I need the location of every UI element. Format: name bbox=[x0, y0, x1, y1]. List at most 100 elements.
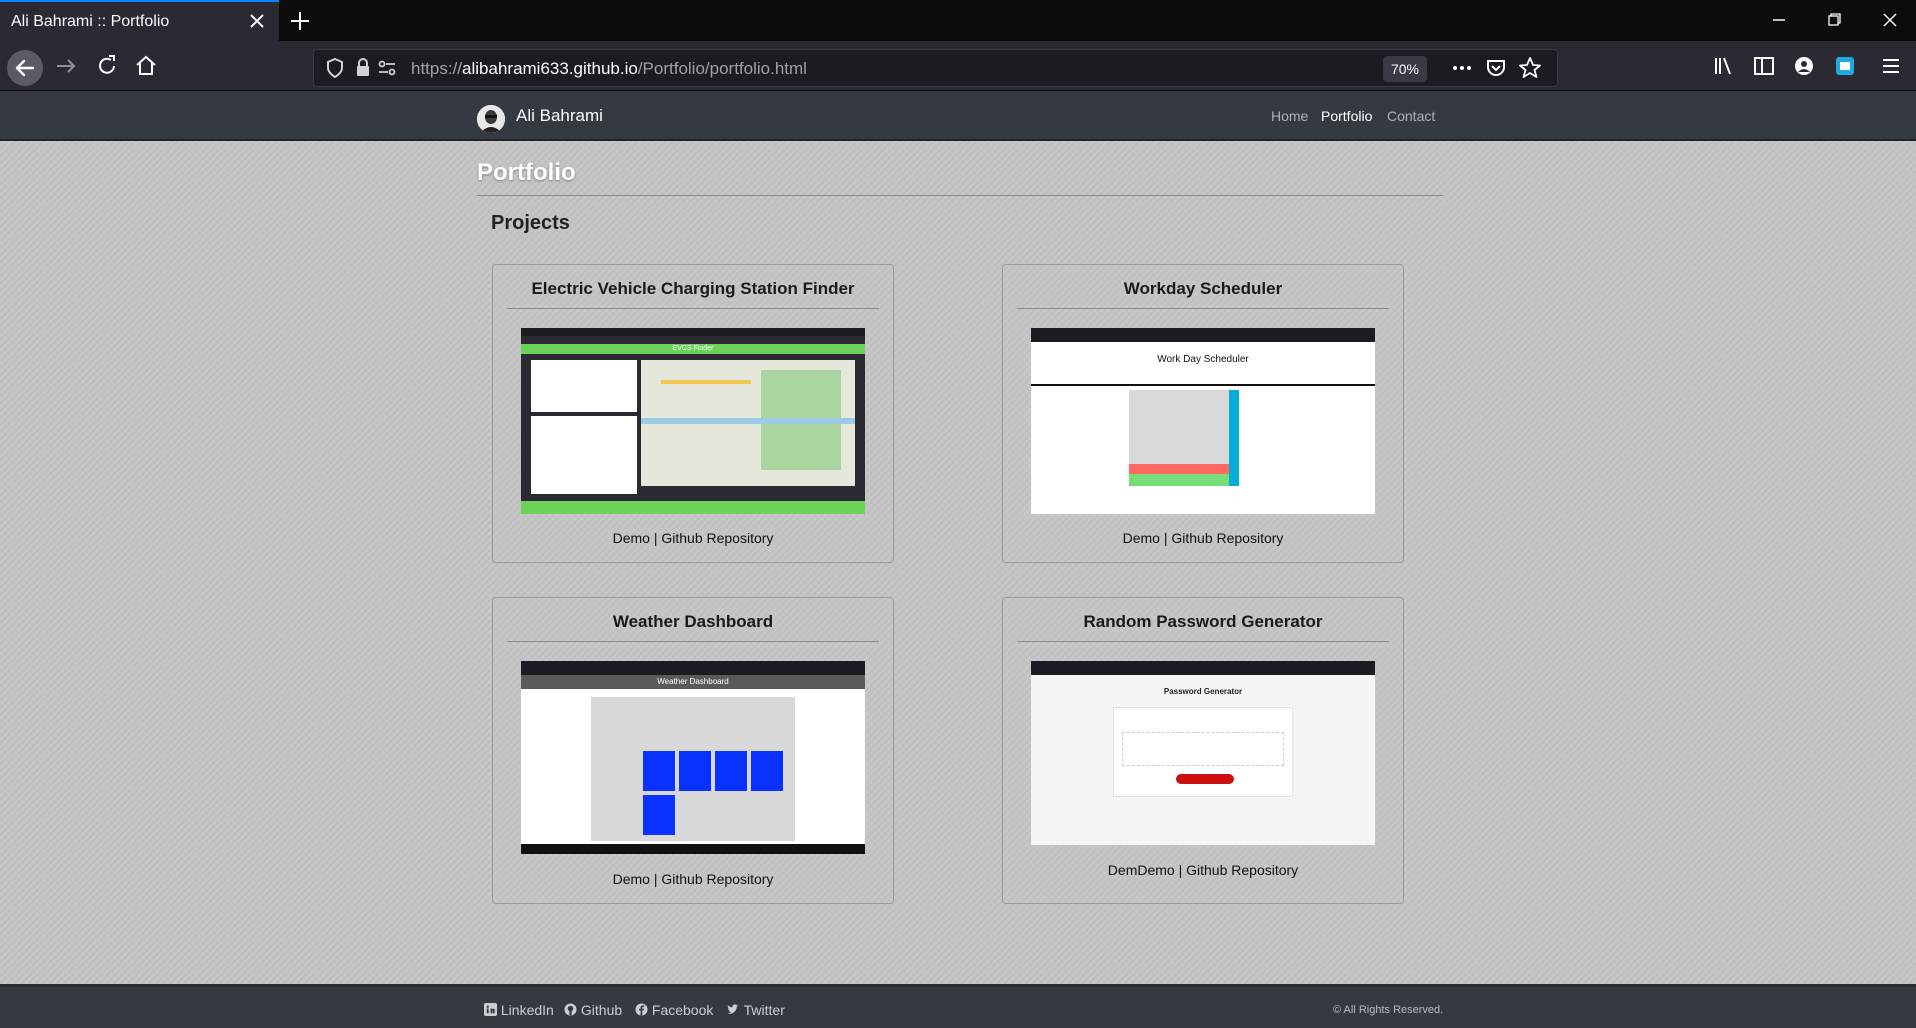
nav-link-home[interactable]: Home bbox=[1271, 108, 1308, 124]
pocket-icon[interactable] bbox=[1483, 55, 1509, 81]
footer-link-github[interactable]: Github bbox=[564, 1002, 622, 1018]
close-tab-icon[interactable] bbox=[245, 9, 269, 33]
nav-link-portfolio[interactable]: Portfolio bbox=[1321, 108, 1372, 124]
project-links: Demo | Github Repository bbox=[493, 530, 893, 546]
project-card-scheduler: Workday Scheduler Work Day Scheduler Dem… bbox=[1002, 264, 1404, 563]
more-actions-icon[interactable] bbox=[1449, 55, 1475, 81]
site-navbar: Ali Bahrami Home Portfolio Contact bbox=[0, 91, 1916, 141]
screenshot-header: Weather Dashboard bbox=[521, 675, 865, 689]
project-links: Demo | Github Repository bbox=[1003, 530, 1403, 546]
browser-tab-strip: Ali Bahrami :: Portfolio bbox=[0, 0, 1916, 41]
back-button[interactable] bbox=[7, 50, 43, 86]
url-prefix: https:// bbox=[411, 59, 463, 78]
minimize-window-icon[interactable] bbox=[1765, 8, 1793, 32]
screenshot-taskbar bbox=[521, 844, 865, 854]
screenshot-header: Password Generator bbox=[1163, 687, 1243, 696]
demo-link[interactable]: Demo bbox=[1123, 530, 1160, 546]
tab-title: Ali Bahrami :: Portfolio bbox=[11, 13, 170, 30]
reload-icon[interactable] bbox=[94, 53, 120, 79]
repo-link[interactable]: Github Repository bbox=[661, 530, 773, 546]
project-title: Workday Scheduler bbox=[1017, 279, 1389, 309]
url-bar[interactable]: https://alibahrami633.github.io/Portfoli… bbox=[313, 49, 1558, 87]
screenshot-map bbox=[641, 360, 855, 486]
demo-link[interactable]: Demo bbox=[613, 530, 650, 546]
project-title: Weather Dashboard bbox=[507, 612, 879, 642]
shield-icon[interactable] bbox=[322, 55, 348, 81]
new-tab-icon[interactable] bbox=[286, 7, 314, 35]
project-title: Random Password Generator bbox=[1017, 612, 1389, 642]
github-icon bbox=[564, 1003, 577, 1016]
lock-icon[interactable] bbox=[350, 55, 376, 81]
link-separator: | bbox=[1174, 862, 1187, 878]
footer-link-twitter[interactable]: Twitter bbox=[726, 1002, 785, 1018]
demo-link[interactable]: Demo bbox=[613, 871, 650, 887]
footer-link-label: Twitter bbox=[743, 1002, 785, 1018]
url-text[interactable]: https://alibahrami633.github.io/Portfoli… bbox=[411, 59, 807, 79]
footer-link-label: Github bbox=[580, 1002, 623, 1018]
screenshot-browser-bar bbox=[1031, 328, 1375, 342]
footer-link-facebook[interactable]: Facebook bbox=[635, 1002, 713, 1018]
screenshot-present-row bbox=[1129, 464, 1239, 474]
screenshot-dashboard bbox=[591, 697, 795, 841]
nav-link-contact[interactable]: Contact bbox=[1387, 108, 1435, 124]
menu-icon[interactable] bbox=[1878, 53, 1904, 79]
linkedin-icon bbox=[484, 1003, 497, 1016]
screenshot-save-column bbox=[1229, 390, 1239, 486]
screenshot-browser-bar bbox=[521, 328, 865, 336]
bookmark-star-icon[interactable] bbox=[1517, 55, 1543, 81]
screenshot-header: Work Day Scheduler bbox=[1157, 354, 1249, 365]
link-separator: | bbox=[649, 871, 662, 887]
library-icon[interactable] bbox=[1711, 53, 1737, 79]
title-divider bbox=[477, 195, 1443, 196]
url-domain: alibahrami633.github.io bbox=[462, 59, 638, 78]
project-screenshot-ev[interactable]: EVCS Finder bbox=[521, 328, 865, 514]
project-screenshot-scheduler[interactable]: Work Day Scheduler bbox=[1031, 328, 1375, 514]
profile-photo-icon bbox=[477, 105, 505, 133]
screenshot-browser-bar bbox=[521, 661, 865, 675]
section-title: Projects bbox=[491, 212, 570, 234]
home-icon[interactable] bbox=[133, 53, 159, 79]
brand-name[interactable]: Ali Bahrami bbox=[516, 106, 603, 126]
twitter-icon bbox=[727, 1004, 739, 1014]
facebook-icon bbox=[635, 1003, 648, 1016]
permissions-icon[interactable] bbox=[374, 55, 400, 81]
restore-window-icon[interactable] bbox=[1820, 8, 1848, 32]
brand-avatar[interactable] bbox=[477, 105, 505, 133]
project-screenshot-weather[interactable]: Weather Dashboard bbox=[521, 661, 865, 854]
page-title: Portfolio bbox=[477, 159, 576, 186]
close-window-icon[interactable] bbox=[1876, 8, 1904, 32]
sidebar-icon[interactable] bbox=[1751, 53, 1777, 79]
page-viewport: Ali Bahrami Home Portfolio Contact Portf… bbox=[0, 91, 1916, 1028]
extension-icon[interactable] bbox=[1832, 53, 1858, 79]
project-card-ev: Electric Vehicle Charging Station Finder… bbox=[492, 264, 894, 563]
screenshot-generator-card bbox=[1113, 707, 1293, 797]
link-separator: | bbox=[649, 530, 662, 546]
arrow-left-icon bbox=[15, 59, 35, 77]
screenshot-results bbox=[531, 416, 637, 494]
repo-link[interactable]: Github Repository bbox=[1171, 530, 1283, 546]
screenshot-browser-bar bbox=[1031, 661, 1375, 675]
account-icon[interactable] bbox=[1791, 53, 1817, 79]
footer-link-linkedin[interactable]: LinkedIn bbox=[484, 1002, 554, 1018]
project-card-weather: Weather Dashboard Weather Dashboard Demo… bbox=[492, 597, 894, 904]
demo-link[interactable]: DemDemo bbox=[1108, 862, 1175, 878]
project-title: Electric Vehicle Charging Station Finder bbox=[507, 279, 879, 309]
repo-link[interactable]: Github Repository bbox=[1186, 862, 1298, 878]
project-screenshot-password[interactable]: Password Generator bbox=[1031, 661, 1375, 845]
project-links: Demo | Github Repository bbox=[493, 871, 893, 887]
repo-link[interactable]: Github Repository bbox=[661, 871, 773, 887]
link-separator: | bbox=[1159, 530, 1172, 546]
project-card-password: Random Password Generator Password Gener… bbox=[1002, 597, 1404, 904]
project-links: DemDemo | Github Repository bbox=[1003, 862, 1403, 878]
screenshot-header: EVCS Finder bbox=[521, 344, 865, 354]
forward-icon[interactable] bbox=[53, 53, 79, 79]
zoom-level-button[interactable]: 70% bbox=[1383, 56, 1427, 82]
screenshot-future-row bbox=[1129, 474, 1239, 486]
screenshot-past-rows bbox=[1129, 390, 1239, 464]
screenshot-form bbox=[531, 360, 637, 412]
browser-tab-active[interactable]: Ali Bahrami :: Portfolio bbox=[0, 0, 279, 41]
screenshot-footer bbox=[521, 501, 865, 514]
copyright-text: © All Rights Reserved. bbox=[1333, 1004, 1444, 1016]
url-path: /Portfolio/portfolio.html bbox=[637, 59, 807, 78]
footer-link-label: LinkedIn bbox=[500, 1002, 554, 1018]
